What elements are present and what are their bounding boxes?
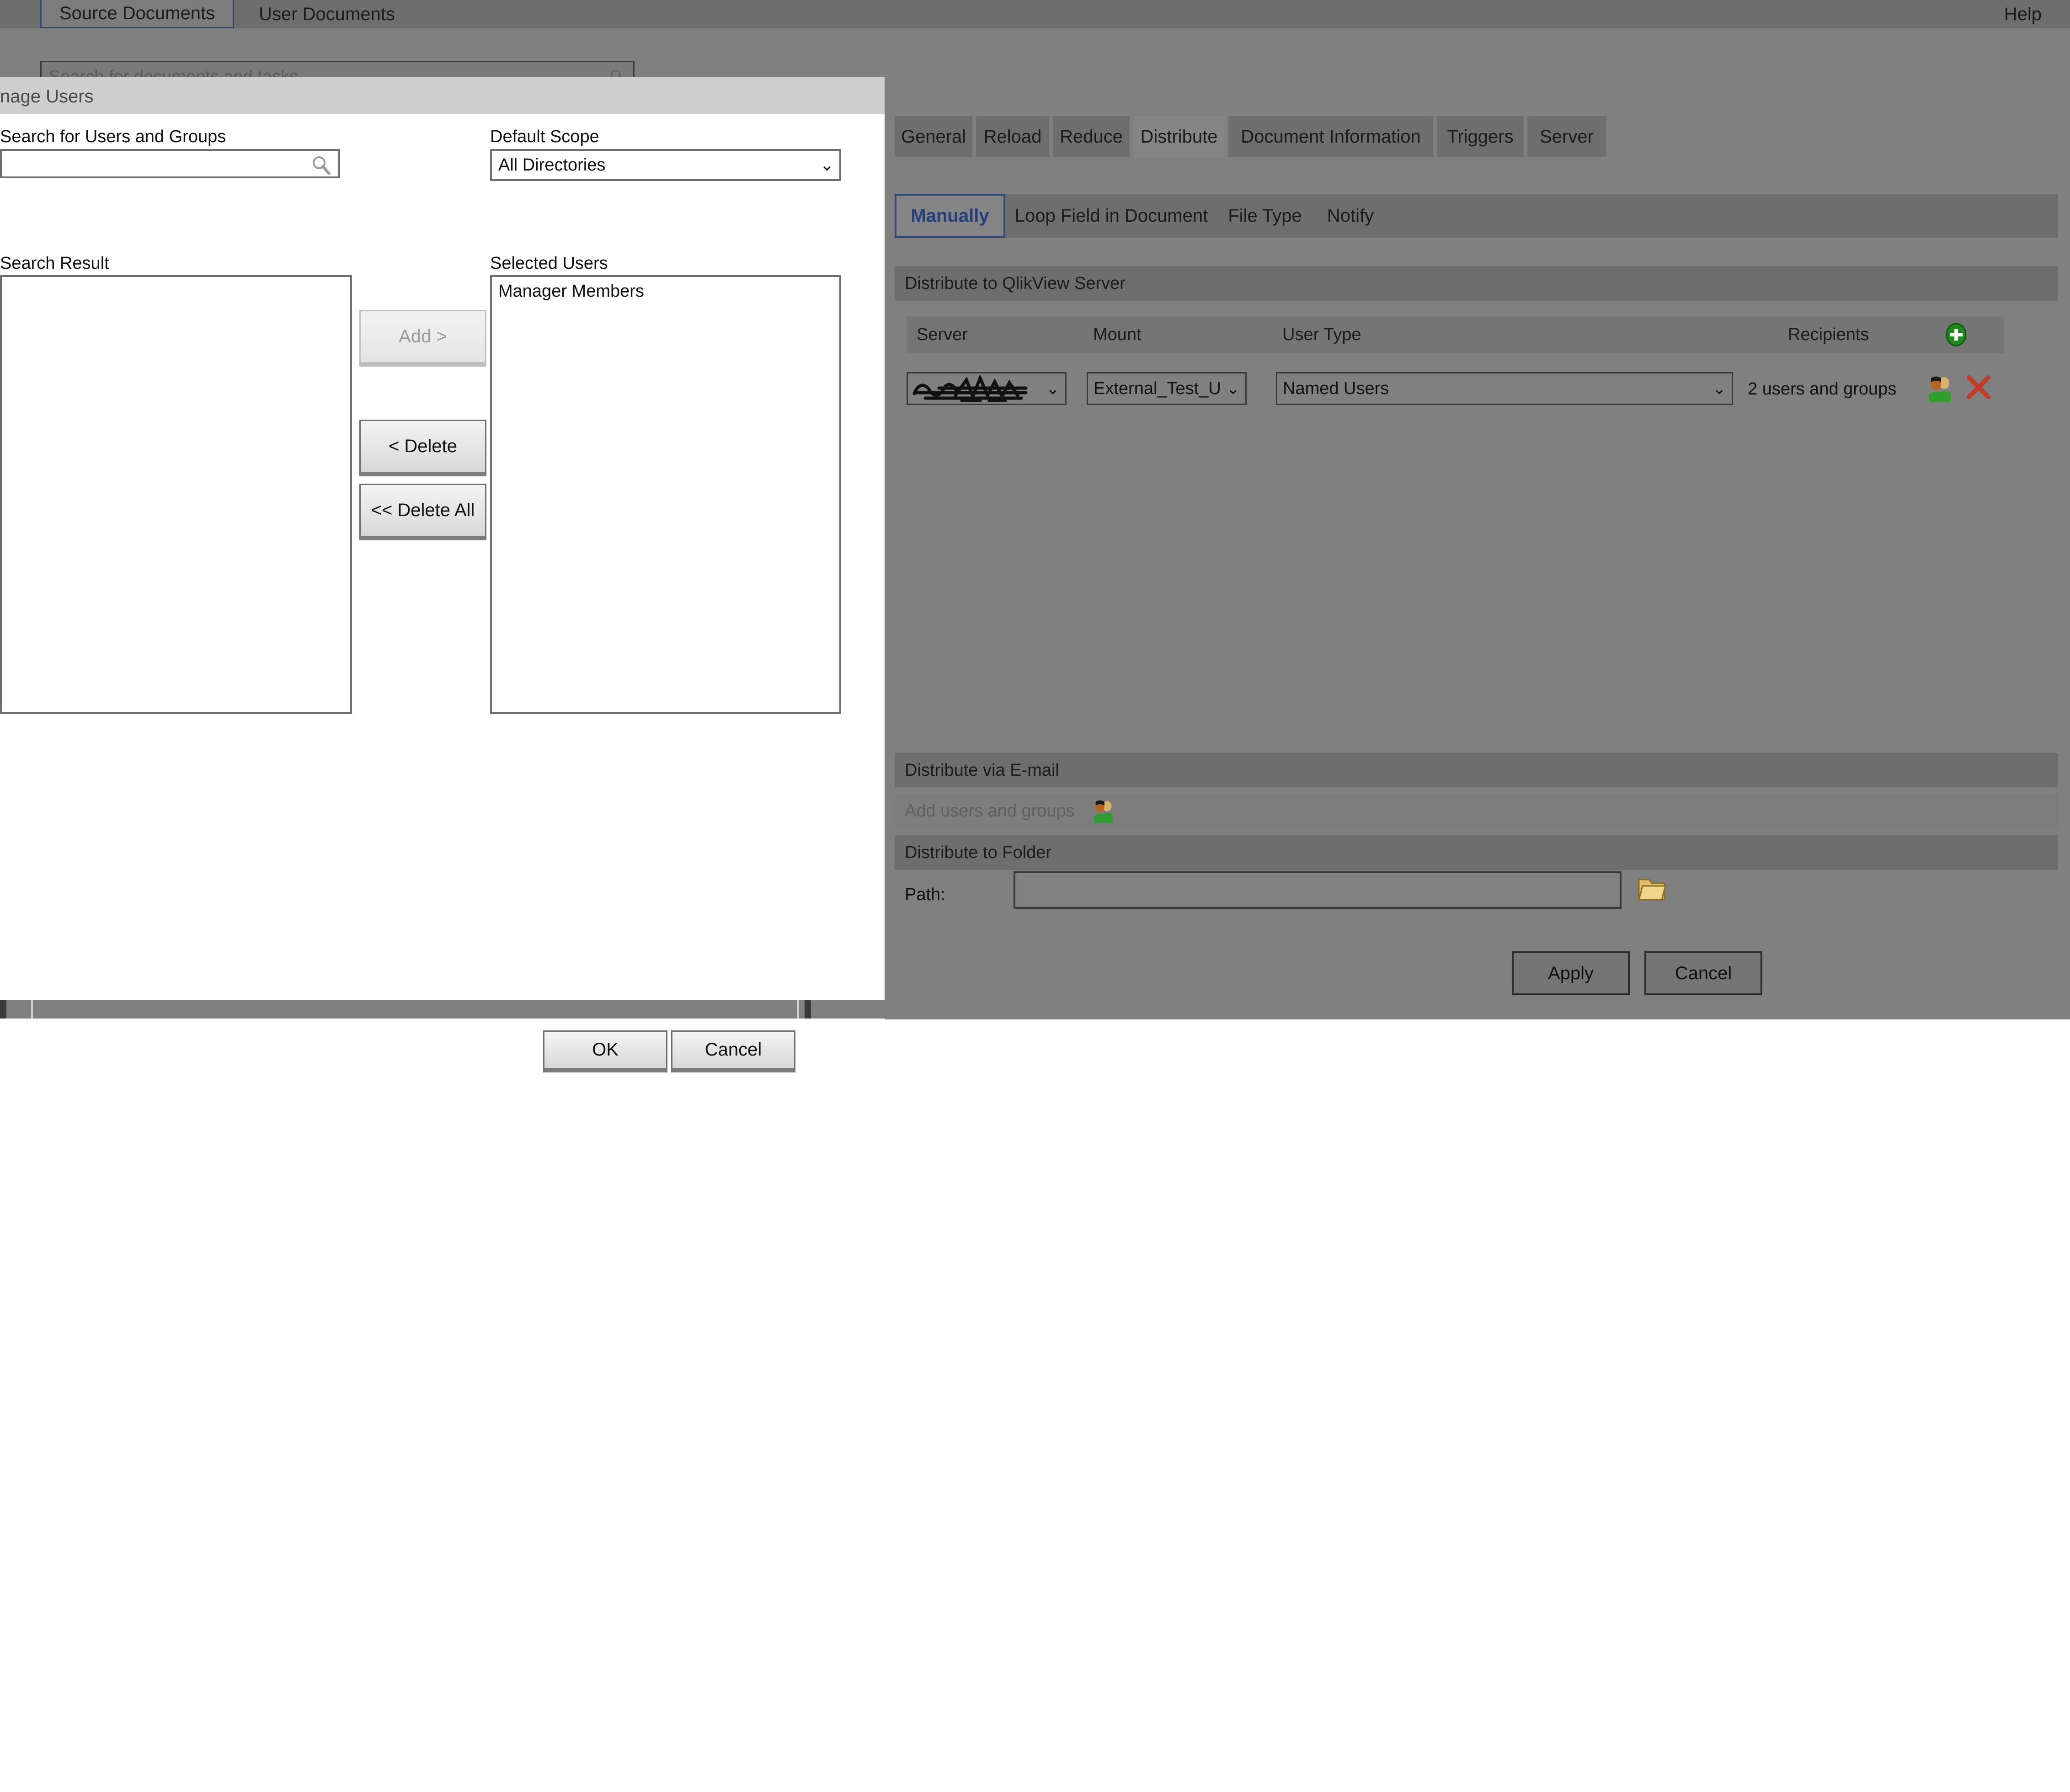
folder-icon[interactable] <box>1637 875 1666 903</box>
selected-users-list[interactable]: Manager Members <box>490 275 841 714</box>
subtab-manually[interactable]: Manually <box>895 194 1005 238</box>
email-add-users-row[interactable]: Add users and groups <box>895 793 2058 829</box>
ok-button[interactable]: OK <box>543 1030 667 1072</box>
delete-button[interactable]: < Delete <box>359 420 486 476</box>
tab-reduce[interactable]: Reduce <box>1053 116 1130 157</box>
path-input[interactable] <box>1014 871 1622 909</box>
tab-source-documents[interactable]: Source Documents <box>40 0 234 28</box>
distribute-sub-tabs: Manually Loop Field in Document File Typ… <box>895 194 2058 238</box>
selected-users-label: Selected Users <box>490 254 608 273</box>
add-button[interactable]: Add > <box>359 310 486 367</box>
subtab-notify-label: Notify <box>1327 205 1374 226</box>
server-table-header: Server Mount User Type Recipients <box>907 316 2004 353</box>
apply-button-label: Apply <box>1547 963 1594 983</box>
section-distribute-to-folder: Distribute to Folder <box>895 835 2058 870</box>
dialog-cancel-button-label: Cancel <box>704 1040 762 1060</box>
tab-distribute-label: Distribute <box>1140 126 1218 147</box>
column-server: Server <box>917 325 968 344</box>
manage-users-dialog: nage Users Search for Users and Groups D… <box>0 77 885 1072</box>
tab-general[interactable]: General <box>895 116 972 157</box>
top-tab-bar: Source Documents User Documents Help <box>0 0 2070 28</box>
tab-triggers-label: Triggers <box>1447 126 1514 147</box>
tab-server-label: Server <box>1540 126 1594 147</box>
column-mount: Mount <box>1093 325 1142 344</box>
subtab-loop-field-in-document-label: Loop Field in Document <box>1014 205 1208 226</box>
dialog-horizontal-scrollbar[interactable] <box>0 999 885 1019</box>
delete-all-button-label: << Delete All <box>371 500 475 520</box>
mount-select[interactable]: External_Test_U ⌄ <box>1087 372 1247 405</box>
user-type-value: Named Users <box>1283 379 1389 398</box>
section-distribute-to-qlikview-server: Distribute to QlikView Server <box>895 266 2058 301</box>
tab-reload-label: Reload <box>983 126 1042 147</box>
tab-document-information-label: Document Information <box>1241 126 1421 147</box>
dialog-cancel-button[interactable]: Cancel <box>671 1030 795 1072</box>
dialog-titlebar: nage Users <box>0 77 885 114</box>
green-plus-icon[interactable] <box>1944 323 1968 347</box>
tab-server[interactable]: Server <box>1527 116 1606 157</box>
delete-button-label: < Delete <box>388 436 458 456</box>
default-scope-select[interactable]: All Directories ⌄ <box>490 149 841 181</box>
ok-button-label: OK <box>592 1040 619 1060</box>
dialog-title: nage Users <box>0 86 94 107</box>
search-result-list[interactable] <box>0 275 352 714</box>
user-type-select[interactable]: Named Users ⌄ <box>1276 372 1733 405</box>
tab-user-documents[interactable]: User Documents <box>238 0 416 28</box>
email-add-users-label: Add users and groups <box>905 801 1075 821</box>
scrollbar-divider <box>31 1000 33 1019</box>
column-recipients: Recipients <box>1788 325 1869 344</box>
section-distribute-via-email: Distribute via E-mail <box>895 753 2058 788</box>
dialog-body: Search for Users and Groups Default Scop… <box>0 114 885 1072</box>
users-icon[interactable] <box>1091 798 1117 824</box>
tab-general-label: General <box>901 126 966 147</box>
subtab-notify[interactable]: Notify <box>1316 194 1385 238</box>
chevron-down-icon: ⌄ <box>1046 379 1060 398</box>
red-x-icon[interactable] <box>1965 374 1992 400</box>
default-scope-label: Default Scope <box>490 127 599 146</box>
apply-button[interactable]: Apply <box>1512 951 1630 995</box>
tab-reduce-label: Reduce <box>1060 126 1123 147</box>
help-label: Help <box>2004 4 2042 24</box>
subtab-manually-label: Manually <box>911 205 989 226</box>
chevron-down-icon: ⌄ <box>1712 379 1726 398</box>
folder-path-row: Path: <box>895 869 2058 919</box>
search-users-input[interactable] <box>0 149 340 178</box>
scrollbar-right-cap[interactable] <box>805 1000 811 1019</box>
tab-source-documents-label: Source Documents <box>59 3 215 23</box>
section-qvs-title: Distribute to QlikView Server <box>905 273 1126 293</box>
server-table-body: ⌄ External_Test_U ⌄ Named Users ⌄ 2 user… <box>907 354 2004 715</box>
tab-distribute[interactable]: Distribute <box>1133 116 1225 157</box>
tab-triggers[interactable]: Triggers <box>1437 116 1524 157</box>
search-icon[interactable] <box>311 155 331 175</box>
subtab-loop-field-in-document[interactable]: Loop Field in Document <box>1011 194 1212 238</box>
server-name-redacted <box>912 375 1039 402</box>
mount-value: External_Test_U <box>1094 379 1221 398</box>
scrollbar-left-cap[interactable] <box>0 1000 6 1019</box>
task-cancel-button-label: Cancel <box>1675 963 1732 983</box>
subtab-file-type-label: File Type <box>1228 205 1302 226</box>
chevron-down-icon: ⌄ <box>1226 379 1240 398</box>
help-link[interactable]: Help <box>2004 0 2042 28</box>
section-folder-title: Distribute to Folder <box>905 843 1052 862</box>
path-label: Path: <box>905 885 945 904</box>
tab-document-information[interactable]: Document Information <box>1228 116 1433 157</box>
add-button-label: Add > <box>399 326 447 347</box>
task-cancel-button[interactable]: Cancel <box>1644 951 1762 995</box>
scrollbar-divider-right <box>797 1000 799 1019</box>
users-icon[interactable] <box>1926 374 1955 403</box>
search-result-label: Search Result <box>0 254 109 273</box>
column-user-type: User Type <box>1282 325 1361 344</box>
task-properties-panel: General Reload Reduce Distribute Documen… <box>885 28 2070 1019</box>
subtab-file-type[interactable]: File Type <box>1219 194 1311 238</box>
tab-reload[interactable]: Reload <box>976 116 1049 157</box>
section-email-title: Distribute via E-mail <box>905 760 1059 780</box>
search-users-label: Search for Users and Groups <box>0 127 226 146</box>
tab-user-documents-label: User Documents <box>259 4 395 24</box>
delete-all-button[interactable]: << Delete All <box>359 484 486 540</box>
list-item[interactable]: Manager Members <box>498 282 644 301</box>
default-scope-value: All Directories <box>498 155 606 175</box>
recipients-count: 2 users and groups <box>1748 379 1897 399</box>
chevron-down-icon: ⌄ <box>820 155 834 174</box>
server-select[interactable]: ⌄ <box>907 372 1067 405</box>
